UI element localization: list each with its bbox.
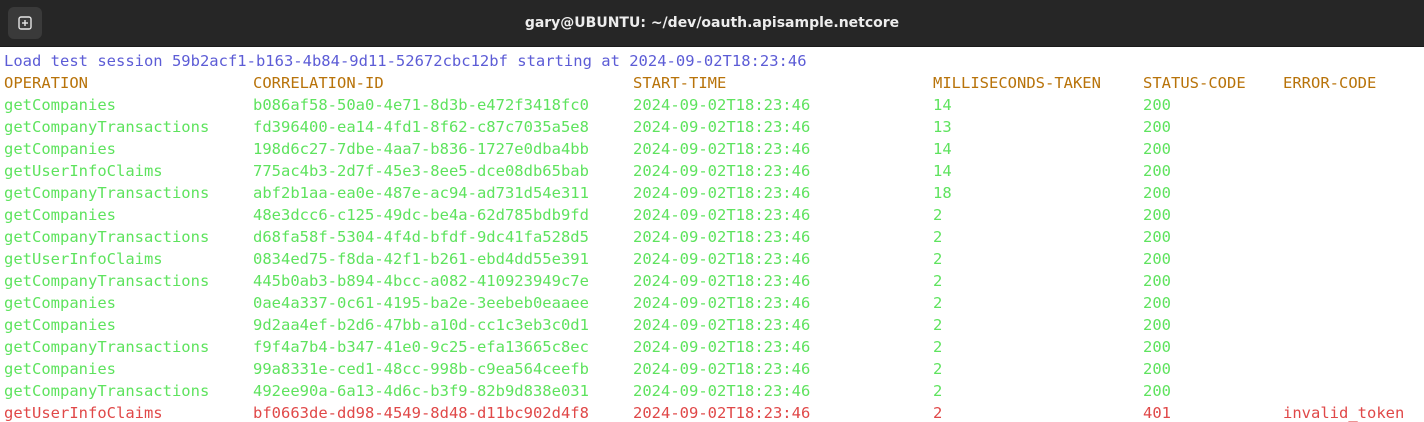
row-status-code: 200	[1143, 316, 1171, 334]
row-operation: getCompanyTransactions	[4, 382, 210, 400]
row-milliseconds-taken: 18	[933, 184, 952, 202]
row-correlation-id: bf0663de-dd98-4549-8d48-d11bc902d4f8	[253, 404, 589, 422]
row-start-time: 2024-09-02T18:23:46	[633, 184, 811, 202]
row-operation: getCompanies	[4, 140, 116, 158]
row-status-code: 200	[1143, 206, 1171, 224]
row-correlation-id: 99a8331e-ced1-48cc-998b-c9ea564ceefb	[253, 360, 589, 378]
row-correlation-id: b086af58-50a0-4e71-8d3b-e472f3418fc0	[253, 96, 589, 114]
row-operation: getUserInfoClaims	[4, 404, 163, 422]
row-start-time: 2024-09-02T18:23:46	[633, 140, 811, 158]
row-error-code: invalid_token	[1283, 404, 1405, 422]
window-title: gary@UBUNTU: ~/dev/oauth.apisample.netco…	[524, 15, 900, 31]
row-milliseconds-taken: 2	[933, 228, 943, 246]
row-milliseconds-taken: 2	[933, 360, 943, 378]
row-correlation-id: 0834ed75-f8da-42f1-b261-ebd4dd55e391	[253, 250, 589, 268]
row-correlation-id: d68fa58f-5304-4f4d-bfdf-9dc41fa528d5	[253, 228, 589, 246]
header-error-code: ERROR-CODE	[1283, 74, 1377, 92]
header-milliseconds-taken: MILLISECONDS-TAKEN	[933, 74, 1101, 92]
row-correlation-id: 0ae4a337-0c61-4195-ba2e-3eebeb0eaaee	[253, 294, 589, 312]
row-correlation-id: 775ac4b3-2d7f-45e3-8ee5-dce08db65bab	[253, 162, 589, 180]
row-status-code: 200	[1143, 162, 1171, 180]
row-milliseconds-taken: 2	[933, 294, 943, 312]
row-start-time: 2024-09-02T18:23:46	[633, 294, 811, 312]
header-start-time: START-TIME	[633, 74, 727, 92]
row-status-code: 200	[1143, 228, 1171, 246]
row-status-code: 200	[1143, 250, 1171, 268]
title-bar: gary@UBUNTU: ~/dev/oauth.apisample.netco…	[0, 0, 1424, 47]
row-start-time: 2024-09-02T18:23:46	[633, 118, 811, 136]
row-operation: getCompanyTransactions	[4, 228, 210, 246]
row-operation: getCompanies	[4, 96, 116, 114]
row-start-time: 2024-09-02T18:23:46	[633, 360, 811, 378]
row-start-time: 2024-09-02T18:23:46	[633, 316, 811, 334]
header-correlation-id: CORRELATION-ID	[253, 74, 384, 92]
row-milliseconds-taken: 13	[933, 118, 952, 136]
row-operation: getCompanyTransactions	[4, 184, 210, 202]
row-status-code: 200	[1143, 294, 1171, 312]
row-correlation-id: 198d6c27-7dbe-4aa7-b836-1727e0dba4bb	[253, 140, 589, 158]
row-milliseconds-taken: 2	[933, 250, 943, 268]
row-status-code: 200	[1143, 184, 1171, 202]
row-correlation-id: 9d2aa4ef-b2d6-47bb-a10d-cc1c3eb3c0d1	[253, 316, 589, 334]
session-line: Load test session 59b2acf1-b163-4b84-9d1…	[4, 50, 807, 72]
row-start-time: 2024-09-02T18:23:46	[633, 404, 811, 422]
row-status-code: 200	[1143, 96, 1171, 114]
row-start-time: 2024-09-02T18:23:46	[633, 206, 811, 224]
row-milliseconds-taken: 14	[933, 162, 952, 180]
row-operation: getUserInfoClaims	[4, 250, 163, 268]
row-milliseconds-taken: 2	[933, 272, 943, 290]
row-start-time: 2024-09-02T18:23:46	[633, 162, 811, 180]
row-milliseconds-taken: 2	[933, 316, 943, 334]
row-correlation-id: 445b0ab3-b894-4bcc-a082-410923949c7e	[253, 272, 589, 290]
row-correlation-id: fd396400-ea14-4fd1-8f62-c87c7035a5e8	[253, 118, 589, 136]
row-milliseconds-taken: 14	[933, 140, 952, 158]
row-operation: getCompanyTransactions	[4, 272, 210, 290]
row-status-code: 200	[1143, 382, 1171, 400]
row-correlation-id: abf2b1aa-ea0e-487e-ac94-ad731d54e311	[253, 184, 589, 202]
row-status-code: 200	[1143, 338, 1171, 356]
terminal-output[interactable]: Load test session 59b2acf1-b163-4b84-9d1…	[0, 50, 1424, 422]
row-operation: getCompanies	[4, 316, 116, 334]
row-start-time: 2024-09-02T18:23:46	[633, 382, 811, 400]
row-status-code: 200	[1143, 118, 1171, 136]
row-operation: getCompanies	[4, 206, 116, 224]
row-status-code: 200	[1143, 272, 1171, 290]
row-correlation-id: 492ee90a-6a13-4d6c-b3f9-82b9d838e031	[253, 382, 589, 400]
session-text: Load test session 59b2acf1-b163-4b84-9d1…	[4, 52, 807, 70]
row-status-code: 401	[1143, 404, 1171, 422]
row-operation: getCompanyTransactions	[4, 118, 210, 136]
row-milliseconds-taken: 14	[933, 96, 952, 114]
new-tab-icon	[17, 15, 33, 31]
row-operation: getUserInfoClaims	[4, 162, 163, 180]
header-status-code: STATUS-CODE	[1143, 74, 1246, 92]
row-milliseconds-taken: 2	[933, 338, 943, 356]
row-start-time: 2024-09-02T18:23:46	[633, 250, 811, 268]
row-status-code: 200	[1143, 360, 1171, 378]
table-header: OPERATION CORRELATION-ID START-TIME MILL…	[4, 72, 1376, 94]
row-milliseconds-taken: 2	[933, 382, 943, 400]
row-operation: getCompanyTransactions	[4, 338, 210, 356]
row-start-time: 2024-09-02T18:23:46	[633, 96, 811, 114]
row-operation: getCompanies	[4, 360, 116, 378]
row-operation: getCompanies	[4, 294, 116, 312]
row-correlation-id: 48e3dcc6-c125-49dc-be4a-62d785bdb9fd	[253, 206, 589, 224]
row-status-code: 200	[1143, 140, 1171, 158]
row-start-time: 2024-09-02T18:23:46	[633, 228, 811, 246]
row-milliseconds-taken: 2	[933, 404, 943, 422]
new-tab-button[interactable]	[8, 7, 42, 39]
terminal-window: gary@UBUNTU: ~/dev/oauth.apisample.netco…	[0, 0, 1424, 422]
row-milliseconds-taken: 2	[933, 206, 943, 224]
row-start-time: 2024-09-02T18:23:46	[633, 272, 811, 290]
header-operation: OPERATION	[4, 74, 88, 92]
row-start-time: 2024-09-02T18:23:46	[633, 338, 811, 356]
row-correlation-id: f9f4a7b4-b347-41e0-9c25-efa13665c8ec	[253, 338, 589, 356]
